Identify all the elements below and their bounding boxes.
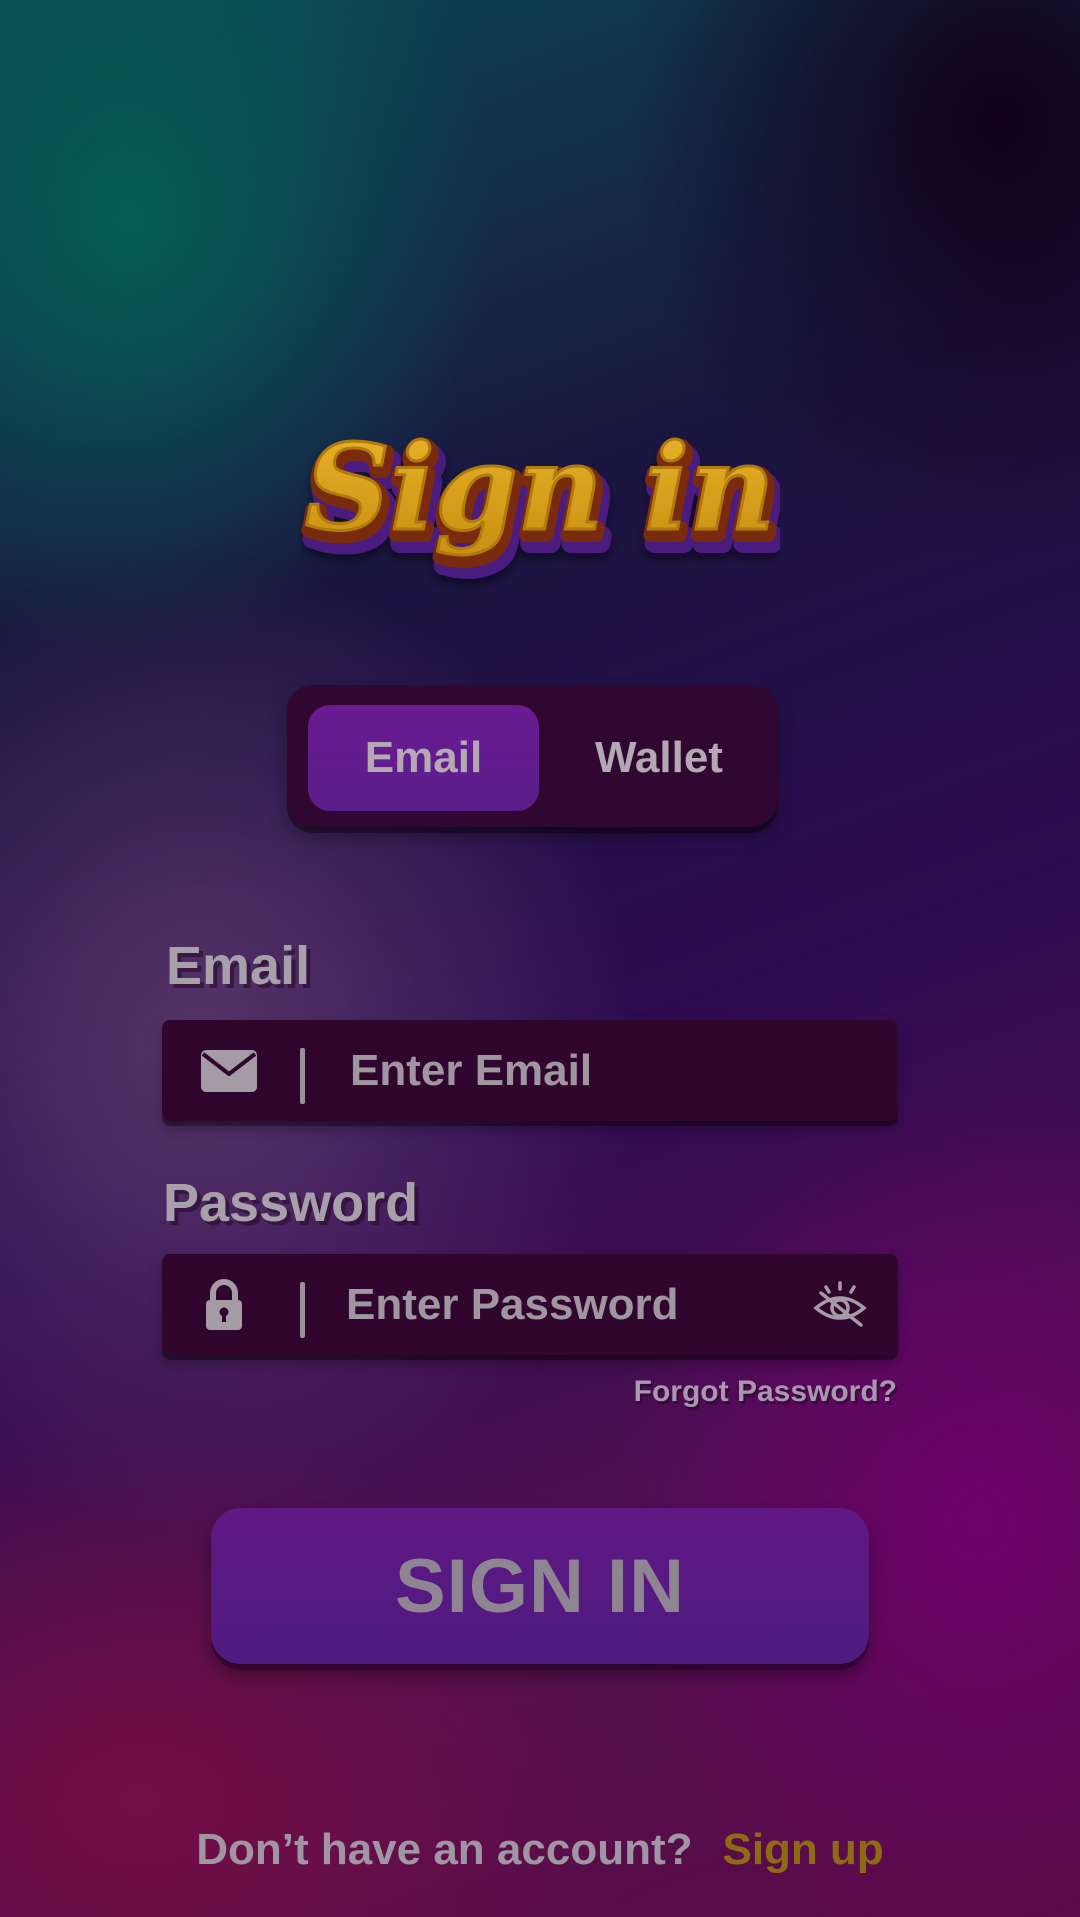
tab-email-label: Email [364,733,483,782]
signup-prompt-text: Don’t have an account? [196,1825,693,1874]
password-field-container [162,1254,898,1355]
password-input[interactable] [346,1254,816,1355]
title-face-text: Sign in [305,418,775,557]
signup-prompt: Don’t have an account? Sign up [0,1825,1080,1875]
tab-wallet-label: Wallet [595,733,723,782]
email-field-container [162,1020,898,1121]
email-input[interactable] [350,1020,820,1121]
login-method-toggle: Email Wallet [287,685,777,827]
tab-wallet[interactable]: Wallet [559,705,759,811]
forgot-password-link[interactable]: Forgot Password? [634,1375,897,1409]
email-label: Email [166,936,311,996]
email-field-divider [300,1048,305,1104]
envelope-icon [198,1020,260,1121]
sign-in-button[interactable]: SIGN IN [211,1508,869,1664]
tab-email[interactable]: Email [308,705,539,811]
page-title: Sign in Sign in Sign in [300,417,780,582]
lock-icon [200,1254,248,1355]
sign-up-link[interactable]: Sign up [722,1825,883,1875]
password-label: Password [163,1173,419,1233]
password-field-divider [300,1282,305,1338]
page-title-container: Sign in Sign in Sign in [0,395,1080,595]
eye-slash-icon[interactable] [812,1276,868,1332]
